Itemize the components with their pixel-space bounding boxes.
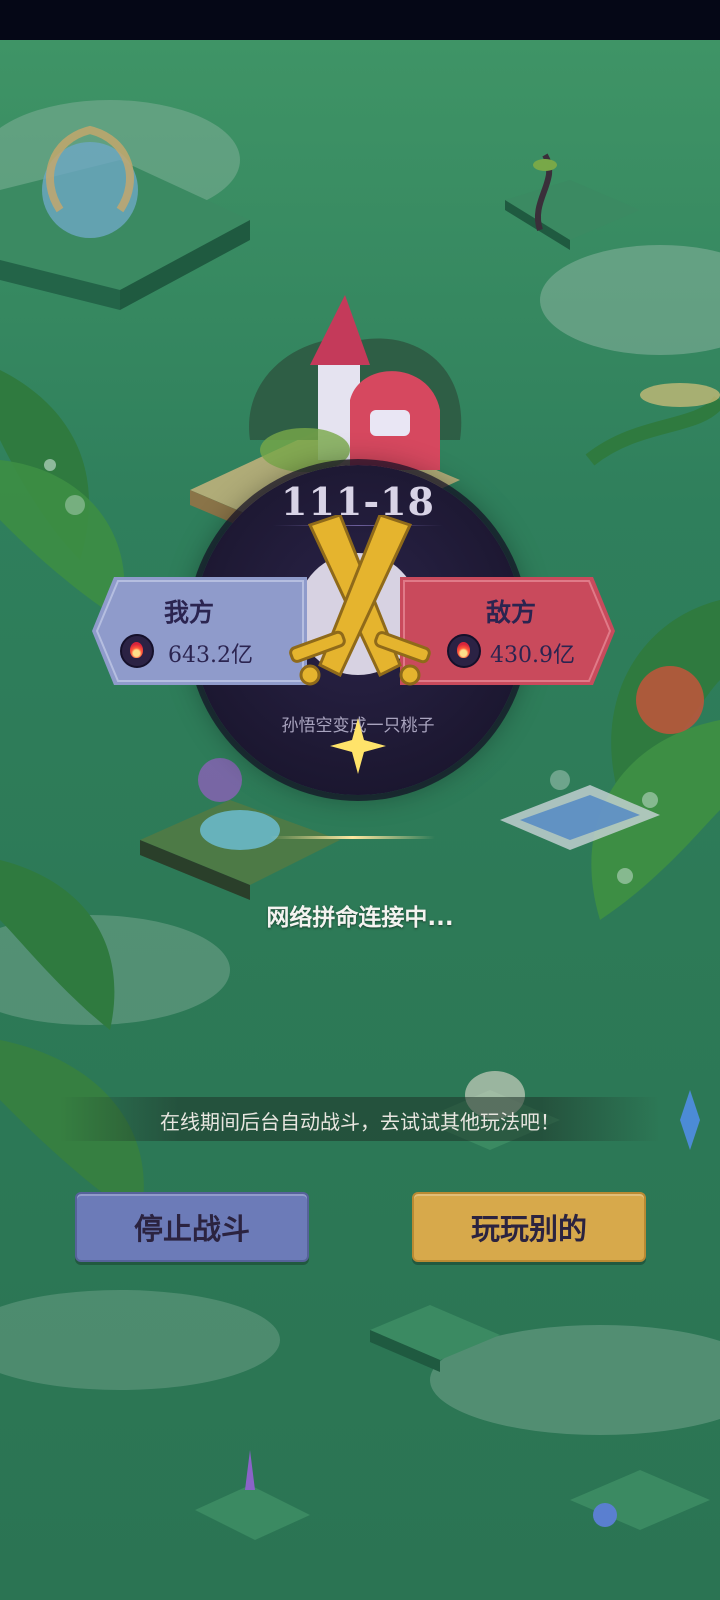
auto-battle-tip: 在线期间后台自动战斗，去试试其他玩法吧！ xyxy=(160,1110,560,1134)
fire-power-icon xyxy=(120,634,154,668)
enemy-side-label: 敌方 xyxy=(486,598,537,627)
loading-glow-line xyxy=(270,836,435,839)
fire-power-icon xyxy=(447,634,481,668)
our-side-power: 643.2亿 xyxy=(168,643,253,668)
crossed-swords-icon xyxy=(289,515,431,686)
enemy-side-power: 430.9亿 xyxy=(490,643,575,668)
game-map-background xyxy=(0,40,720,1600)
play-other-button[interactable]: 玩玩别的 xyxy=(412,1192,646,1262)
connecting-status: 网络拼命连接中... xyxy=(266,905,454,931)
sparkle-icon xyxy=(330,718,386,774)
status-bar xyxy=(0,0,720,40)
our-side-label: 我方 xyxy=(164,598,215,627)
stop-battle-button[interactable]: 停止战斗 xyxy=(75,1192,309,1262)
